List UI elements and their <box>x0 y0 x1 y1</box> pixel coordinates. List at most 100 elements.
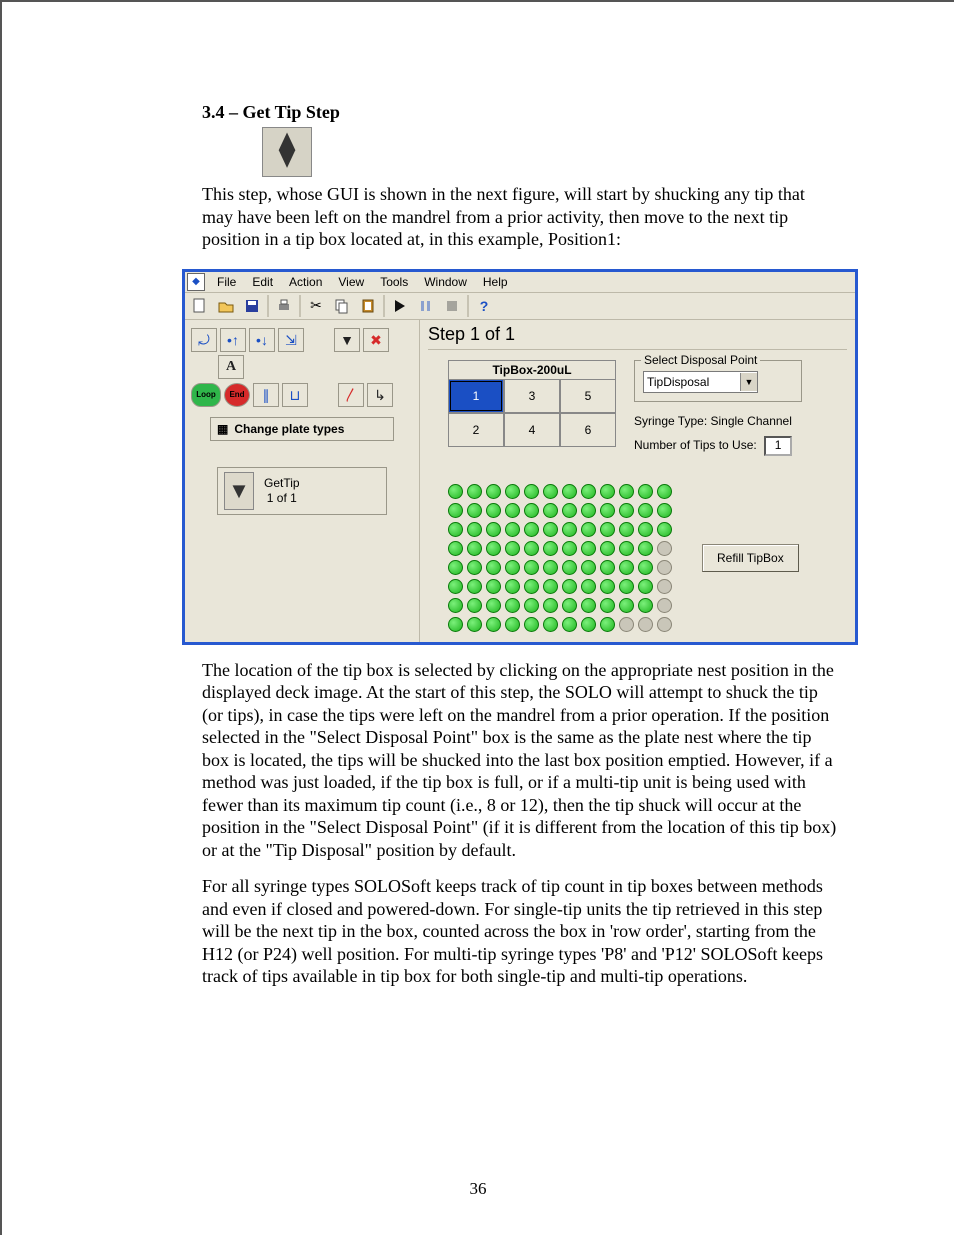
tip-well[interactable] <box>448 598 463 613</box>
deck-cell-2[interactable]: 2 <box>448 413 504 447</box>
tip-well[interactable] <box>448 503 463 518</box>
tip-well[interactable] <box>543 598 558 613</box>
wash-step-icon[interactable]: ⊔ <box>282 383 308 407</box>
tip-well[interactable] <box>657 579 672 594</box>
menu-help[interactable]: Help <box>475 274 516 290</box>
tip-well[interactable] <box>619 522 634 537</box>
copy-icon[interactable] <box>329 294 355 318</box>
tip-well[interactable] <box>505 541 520 556</box>
tip-well[interactable] <box>562 503 577 518</box>
tip-well[interactable] <box>524 579 539 594</box>
tip-well[interactable] <box>486 503 501 518</box>
dispense-step-icon[interactable]: •↓ <box>249 328 275 352</box>
tip-well[interactable] <box>562 598 577 613</box>
tip-well[interactable] <box>638 522 653 537</box>
tip-well[interactable] <box>467 484 482 499</box>
help-icon[interactable]: ? <box>471 294 497 318</box>
tip-well[interactable] <box>448 579 463 594</box>
tip-well[interactable] <box>638 560 653 575</box>
tip-well[interactable] <box>619 484 634 499</box>
tip-well[interactable] <box>638 598 653 613</box>
tip-well[interactable] <box>657 522 672 537</box>
tip-well[interactable] <box>657 598 672 613</box>
shuck-tip-step-icon[interactable]: ✖ <box>363 328 389 352</box>
tip-well[interactable] <box>657 503 672 518</box>
tip-well[interactable] <box>619 617 634 632</box>
deck-cell-3[interactable]: 3 <box>504 379 560 413</box>
tip-well[interactable] <box>619 503 634 518</box>
tip-well[interactable] <box>486 522 501 537</box>
tip-well[interactable] <box>638 579 653 594</box>
stop-icon[interactable] <box>439 294 465 318</box>
tip-well[interactable] <box>581 560 596 575</box>
tip-well[interactable] <box>505 598 520 613</box>
tip-well[interactable] <box>448 484 463 499</box>
tip-well[interactable] <box>600 579 615 594</box>
tip-well[interactable] <box>467 522 482 537</box>
tip-well[interactable] <box>657 484 672 499</box>
change-plate-types-button[interactable]: ▦ Change plate types <box>210 417 394 441</box>
tip-well[interactable] <box>524 598 539 613</box>
tip-well[interactable] <box>524 617 539 632</box>
tip-well[interactable] <box>619 579 634 594</box>
save-icon[interactable] <box>239 294 265 318</box>
tip-well[interactable] <box>505 579 520 594</box>
tip-well[interactable] <box>600 503 615 518</box>
menu-tools[interactable]: Tools <box>372 274 416 290</box>
menu-file[interactable]: File <box>209 274 244 290</box>
tip-well[interactable] <box>581 579 596 594</box>
tip-well[interactable] <box>448 560 463 575</box>
tip-well[interactable] <box>619 560 634 575</box>
home-step-icon[interactable]: ⤾ <box>191 328 217 352</box>
tip-well[interactable] <box>543 617 558 632</box>
tip-well[interactable] <box>448 541 463 556</box>
paste-icon[interactable] <box>355 294 381 318</box>
tip-well[interactable] <box>581 598 596 613</box>
tip-well[interactable] <box>524 503 539 518</box>
menu-edit[interactable]: Edit <box>244 274 281 290</box>
deck-cell-6[interactable]: 6 <box>560 413 616 447</box>
tip-well[interactable] <box>505 522 520 537</box>
tip-well[interactable] <box>486 617 501 632</box>
tip-well[interactable] <box>562 560 577 575</box>
tip-well[interactable] <box>600 560 615 575</box>
tip-well[interactable] <box>562 484 577 499</box>
tip-well[interactable] <box>448 617 463 632</box>
tip-well[interactable] <box>543 503 558 518</box>
tip-well[interactable] <box>467 541 482 556</box>
loop-start-step-icon[interactable]: Loop <box>191 383 221 407</box>
tip-well[interactable] <box>581 522 596 537</box>
tip-well[interactable] <box>543 541 558 556</box>
text-step-icon[interactable]: A <box>218 355 244 379</box>
tip-well[interactable] <box>600 541 615 556</box>
print-icon[interactable] <box>271 294 297 318</box>
tip-well[interactable] <box>562 541 577 556</box>
tip-well[interactable] <box>581 541 596 556</box>
pause-step-icon[interactable]: ∥ <box>253 383 279 407</box>
tip-well[interactable] <box>524 560 539 575</box>
tip-well[interactable] <box>543 522 558 537</box>
tip-well[interactable] <box>657 617 672 632</box>
tip-well[interactable] <box>657 560 672 575</box>
tip-well[interactable] <box>562 522 577 537</box>
menu-action[interactable]: Action <box>281 274 330 290</box>
tip-well[interactable] <box>600 484 615 499</box>
tip-well[interactable] <box>524 484 539 499</box>
pause-icon[interactable] <box>413 294 439 318</box>
menu-window[interactable]: Window <box>416 274 475 290</box>
graph-step-icon[interactable]: 〳 <box>338 383 364 407</box>
cut-icon[interactable]: ✂ <box>303 294 329 318</box>
tip-well[interactable] <box>505 503 520 518</box>
tip-well[interactable] <box>486 598 501 613</box>
refill-tipbox-button[interactable]: Refill TipBox <box>702 544 799 572</box>
tip-well[interactable] <box>524 541 539 556</box>
aspirate-step-icon[interactable]: •↑ <box>220 328 246 352</box>
tip-well[interactable] <box>619 541 634 556</box>
tip-well[interactable] <box>505 617 520 632</box>
tip-well[interactable] <box>505 484 520 499</box>
tip-well[interactable] <box>467 560 482 575</box>
tip-well[interactable] <box>543 560 558 575</box>
new-file-icon[interactable] <box>187 294 213 318</box>
tip-well[interactable] <box>448 522 463 537</box>
tip-well[interactable] <box>600 598 615 613</box>
